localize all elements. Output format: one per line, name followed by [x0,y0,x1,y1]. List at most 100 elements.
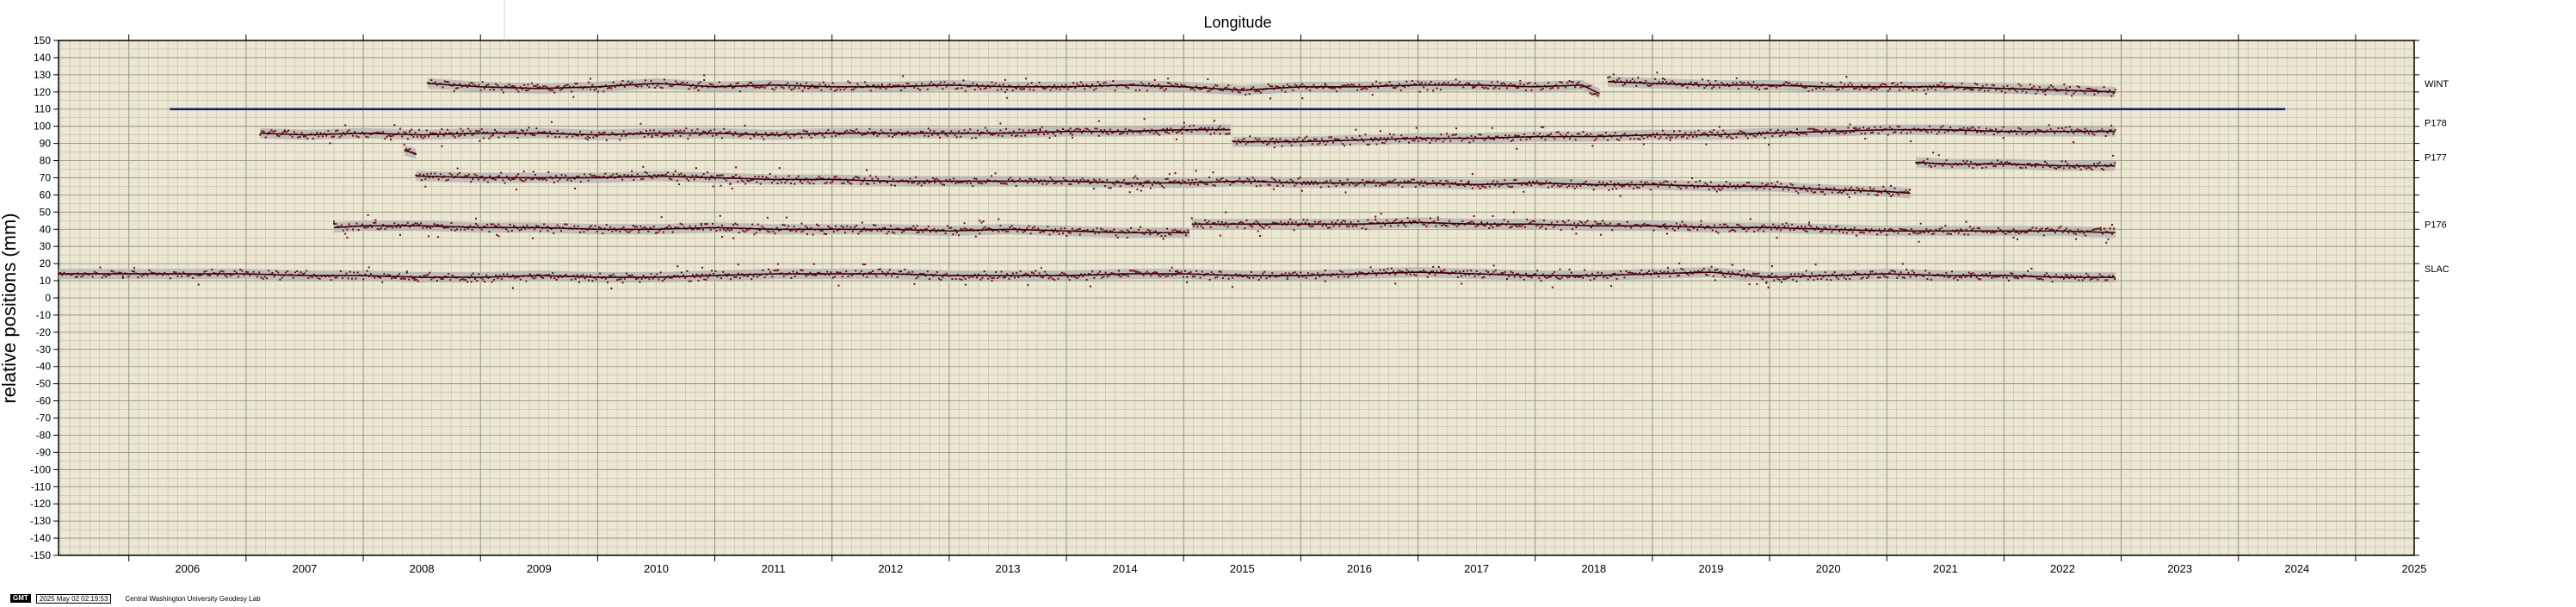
data-point [390,135,392,138]
y-tick-label: -140 [30,532,51,544]
data-point [1838,133,1840,135]
data-point [317,276,319,279]
data-point [1335,184,1337,187]
data-point [850,274,853,276]
x-tick-label: 2023 [2167,562,2192,575]
data-point [1666,181,1669,183]
data-point [605,139,608,141]
data-point-outlier [2002,137,2005,139]
data-point [1495,225,1498,227]
data-point [1798,133,1801,136]
data-point [952,233,954,236]
data-point [1006,89,1009,91]
data-point [890,183,893,186]
data-point [971,137,973,139]
data-point [1814,191,1817,194]
data-point-outlier [497,235,500,238]
data-point [622,130,625,133]
data-point [1782,83,1785,85]
data-point-outlier [586,139,589,141]
data-point [874,176,877,178]
data-point [1902,228,1905,231]
data-point-outlier [766,216,769,219]
data-point-outlier [731,187,733,189]
data-point-outlier [1519,79,1522,82]
data-point [1470,134,1473,137]
data-point [270,129,273,132]
y-tick-label: 40 [40,223,52,235]
data-point [593,175,596,177]
data-point [1651,182,1653,184]
data-point [1058,232,1060,235]
data-point [869,175,872,177]
data-point [748,180,751,183]
data-point [382,131,385,133]
data-point-outlier [1380,213,1382,215]
data-point [1043,133,1046,136]
data-point [1570,179,1572,182]
data-point [1505,87,1508,90]
data-point [2014,231,2017,233]
data-point-outlier [778,167,781,170]
chart: Longitude relative positions (mm) 150140… [0,0,2449,575]
data-point [1772,223,1775,226]
data-point [2091,133,2094,135]
data-point [357,136,360,139]
data-point [2049,165,2052,168]
data-point-outlier [1492,214,1494,217]
data-point [901,133,904,136]
data-point [1550,221,1553,224]
data-point [1987,90,1990,92]
data-point [2109,89,2111,91]
data-point-outlier [1344,191,1347,194]
data-point-outlier [2016,238,2018,241]
data-point [1209,133,1212,136]
data-point [1259,91,1262,94]
y-tick-label: 90 [40,138,52,150]
data-point [1622,84,1624,87]
data-point [701,228,704,231]
data-point [340,134,343,137]
data-point [2009,231,2011,233]
data-point [842,226,844,229]
data-point [1801,225,1803,227]
data-point-outlier [1661,77,1664,80]
data-point [1604,132,1607,134]
data-point [1981,84,1984,87]
data-point [1095,179,1097,182]
data-point [1483,87,1486,90]
data-point [607,282,608,284]
data-point [906,131,909,133]
data-point [455,228,458,231]
data-point [1449,185,1451,188]
data-point [1092,178,1095,181]
data-point [1420,82,1423,84]
data-point [1767,183,1770,185]
data-point [887,230,890,232]
data-point [1732,137,1734,139]
data-point [82,275,84,277]
data-point [1716,131,1719,133]
data-point [1915,89,1918,91]
data-point [1012,130,1015,133]
data-point [690,129,693,132]
data-point [464,175,466,177]
data-point [281,131,284,133]
data-point [770,182,773,184]
data-point [1354,184,1356,187]
data-point [1855,87,1857,90]
data-point [711,269,713,272]
data-point [1076,179,1078,182]
data-point [1819,230,1822,232]
data-point [334,276,337,279]
data-point [356,271,359,274]
data-point [395,226,398,228]
data-point [1026,227,1029,230]
data-point [725,229,727,232]
data-point [1091,84,1094,86]
data-point [702,130,705,133]
data-point [1614,132,1616,134]
data-point [1846,193,1849,195]
data-point-outlier [1415,127,1418,129]
data-point [847,80,849,83]
